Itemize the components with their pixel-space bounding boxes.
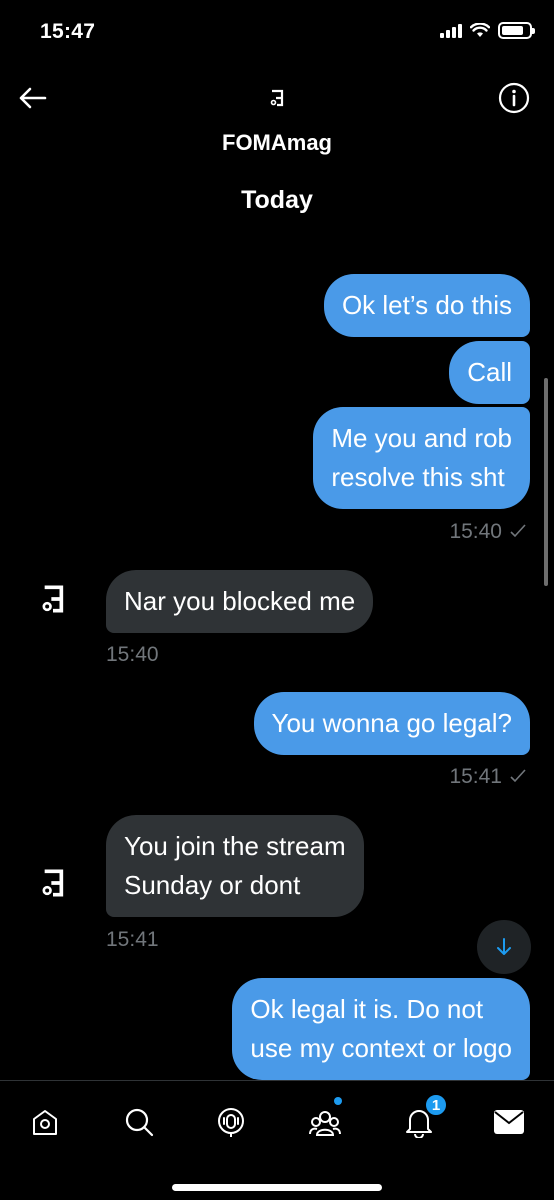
status-bar: 15:47 [0, 0, 554, 64]
header-avatar[interactable] [257, 78, 297, 118]
notification-badge: 1 [424, 1093, 448, 1117]
search-icon [125, 1108, 154, 1137]
mail-icon [494, 1110, 524, 1134]
bottom-tab-bar: 1 [0, 1080, 554, 1200]
sender-avatar[interactable] [30, 576, 76, 622]
home-indicator [172, 1184, 382, 1191]
tab-communities[interactable] [302, 1097, 348, 1145]
message-timestamp: 15:41 [449, 765, 526, 789]
tab-notifications[interactable]: 1 [396, 1093, 448, 1145]
battery-icon [498, 22, 535, 39]
sent-message[interactable]: You wonna go legal? [253, 692, 530, 755]
fomamag-logo-icon [42, 585, 64, 613]
message-timestamp: 15:41 [106, 928, 159, 951]
message-timestamp: 15:40 [106, 643, 159, 666]
sent-check-icon [510, 524, 526, 538]
scrollbar[interactable] [544, 378, 548, 586]
day-separator: Today [241, 186, 313, 214]
info-icon [498, 82, 530, 114]
back-arrow-icon [19, 87, 47, 109]
info-button[interactable] [498, 82, 530, 114]
tab-home[interactable] [22, 1099, 68, 1145]
sent-message[interactable]: Ok let’s do this [323, 274, 530, 337]
scroll-to-bottom-button[interactable] [477, 920, 531, 974]
tab-messages[interactable] [486, 1099, 532, 1145]
sent-message[interactable]: Ok legal it is. Do not use my context or… [232, 978, 530, 1080]
sent-message[interactable]: Me you and rob resolve this sht [313, 407, 530, 509]
wifi-icon [470, 23, 490, 37]
sent-message[interactable]: Call [449, 341, 530, 404]
status-time: 15:47 [40, 20, 96, 43]
sent-check-icon [510, 769, 526, 783]
tab-spaces[interactable] [208, 1099, 254, 1145]
received-message[interactable]: You join the stream Sunday or dont [106, 815, 364, 917]
conversation-name[interactable]: FOMAmag [0, 130, 554, 156]
tab-search[interactable] [116, 1099, 162, 1145]
home-icon [33, 1110, 57, 1135]
new-activity-dot [334, 1097, 342, 1105]
status-icons [440, 22, 535, 39]
fomamag-logo-icon [270, 89, 284, 107]
received-message[interactable]: Nar you blocked me [106, 570, 374, 633]
message-timestamp: 15:40 [449, 520, 526, 544]
fomamag-logo-icon [42, 869, 64, 897]
back-button[interactable] [14, 80, 50, 116]
communities-icon [309, 1111, 341, 1136]
spaces-icon [218, 1108, 244, 1137]
sender-avatar[interactable] [30, 860, 76, 906]
arrow-down-icon [497, 938, 511, 955]
signal-icon [440, 23, 462, 38]
